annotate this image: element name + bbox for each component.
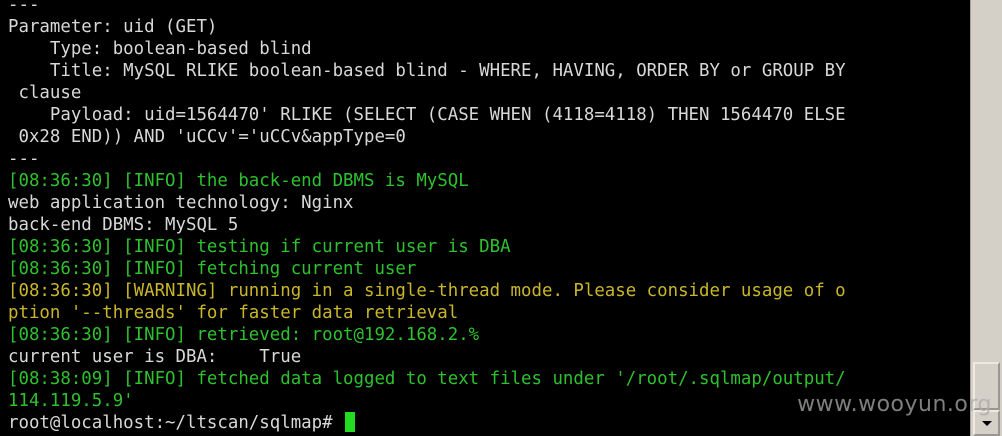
terminal-line: Title: MySQL RLIKE boolean-based blind -… [8, 61, 846, 81]
scrollbar-thumb[interactable] [973, 362, 1000, 410]
terminal-line: --- [8, 149, 40, 169]
terminal-line-info: [08:36:30] [INFO] the back-end DBMS is M… [8, 171, 469, 191]
terminal-line-info: 114.119.5.9' [8, 391, 134, 411]
terminal-line: Payload: uid=1564470' RLIKE (SELECT (CAS… [8, 105, 846, 125]
terminal-line: back-end DBMS: MySQL 5 [8, 215, 239, 235]
terminal-line: 0x28 END)) AND 'uCCv'='uCCv&appType=0 [8, 127, 406, 147]
terminal-line: Parameter: uid (GET) [8, 17, 218, 37]
terminal-line-info: [08:36:30] [INFO] fetching current user [8, 259, 417, 279]
terminal-line-warning: [08:36:30] [WARNING] running in a single… [8, 281, 846, 301]
terminal-line: clause [8, 83, 82, 103]
vertical-scrollbar[interactable] [970, 0, 1002, 436]
terminal-output[interactable]: --- Parameter: uid (GET) Type: boolean-b… [0, 0, 970, 436]
terminal-line-info: [08:36:30] [INFO] retrieved: root@192.16… [8, 325, 480, 345]
text-cursor [345, 412, 356, 432]
terminal-line-warning: ption '--threads' for faster data retrie… [8, 303, 459, 323]
shell-prompt-line[interactable]: root@localhost:~/ltscan/sqlmap# [8, 412, 356, 434]
terminal-line: --- [8, 0, 40, 15]
terminal-line: web application technology: Nginx [8, 193, 354, 213]
shell-prompt: root@localhost:~/ltscan/sqlmap# [8, 413, 344, 433]
terminal-line-info: [08:38:09] [INFO] fetched data logged to… [8, 369, 846, 389]
terminal-line: current user is DBA: True [8, 347, 302, 367]
terminal-line-info: [08:36:30] [INFO] testing if current use… [8, 237, 511, 257]
terminal-line: Type: boolean-based blind [8, 39, 312, 59]
scroll-down-button[interactable] [973, 410, 1000, 436]
